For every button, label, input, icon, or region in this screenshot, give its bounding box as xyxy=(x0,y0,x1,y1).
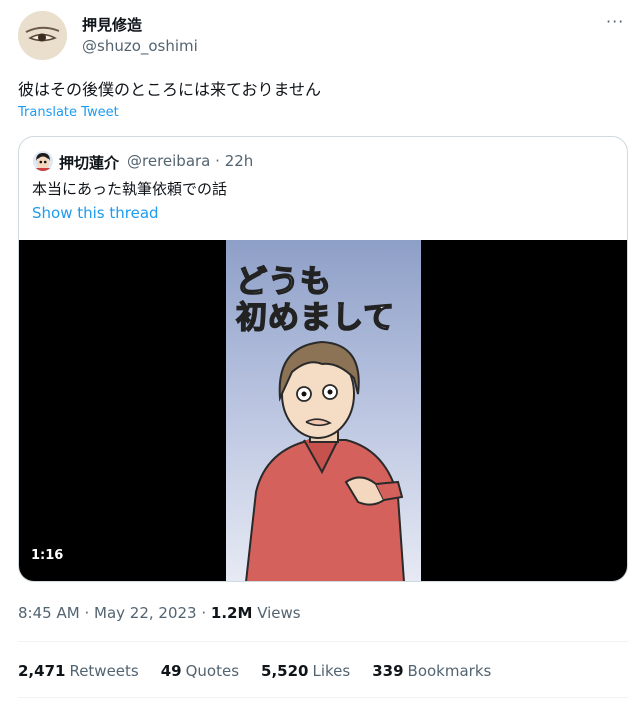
views-label: Views xyxy=(257,604,301,622)
quotes-stat[interactable]: 49 Quotes xyxy=(161,662,239,680)
bookmarks-stat[interactable]: 339 Bookmarks xyxy=(372,662,491,680)
quotes-label: Quotes xyxy=(185,662,240,680)
cartoon-face-icon xyxy=(33,151,53,171)
tweet-date[interactable]: May 22, 2023 xyxy=(94,604,197,622)
views-count: 1.2M xyxy=(210,604,253,622)
engagement-stats: 2,471 Retweets 49 Quotes 5,520 Likes 339 Boo… xyxy=(18,662,491,680)
video-duration: 1:16 xyxy=(31,548,64,563)
likes-label: Likes xyxy=(312,662,351,680)
quoted-separator: · xyxy=(215,152,220,170)
bookmarks-count: 339 xyxy=(372,662,404,680)
eye-avatar-icon xyxy=(18,11,67,60)
quoted-meta: @rereibara · 22h xyxy=(127,152,253,170)
quoted-time[interactable]: 22h xyxy=(225,152,254,170)
tweet-time[interactable]: 8:45 AM xyxy=(18,604,80,622)
divider xyxy=(18,697,628,698)
tweet-text: 彼はその後僕のところには来ておりません xyxy=(18,80,322,99)
author-avatar[interactable] xyxy=(18,11,67,60)
likes-stat[interactable]: 5,520 Likes xyxy=(261,662,350,680)
quoted-tweet-card[interactable]: 押切蓮介 @rereibara · 22h 本当にあった執筆依頼での話 Show… xyxy=(18,136,628,582)
translate-tweet-link[interactable]: Translate Tweet xyxy=(18,105,119,120)
divider xyxy=(18,641,628,642)
quoted-author-name[interactable]: 押切蓮介 xyxy=(59,152,119,173)
bookmarks-label: Bookmarks xyxy=(407,662,492,680)
retweets-label: Retweets xyxy=(69,662,139,680)
cartoon-man-illustration xyxy=(245,340,405,581)
video-player[interactable]: どうも 初めまして 1:16 xyxy=(19,240,627,581)
video-frame: どうも 初めまして xyxy=(226,240,421,581)
retweets-count: 2,471 xyxy=(18,662,66,680)
timestamp-dot: · xyxy=(201,604,207,622)
timestamp-dot: · xyxy=(84,604,90,622)
quotes-count: 49 xyxy=(160,662,182,680)
author-handle[interactable]: @shuzo_oshimi xyxy=(82,37,198,55)
quoted-author-avatar xyxy=(33,151,53,171)
show-thread-link[interactable]: Show this thread xyxy=(32,204,159,222)
quoted-text: 本当にあった執筆依頼での話 xyxy=(32,180,228,198)
quoted-author-handle[interactable]: @rereibara xyxy=(127,152,210,170)
tweet-timestamp: 8:45 AM · May 22, 2023 · 1.2M Views xyxy=(18,604,301,622)
author-name[interactable]: 押見修造 xyxy=(82,14,142,35)
retweets-stat[interactable]: 2,471 Retweets xyxy=(18,662,139,680)
more-options-icon[interactable]: ··· xyxy=(606,12,624,31)
likes-count: 5,520 xyxy=(261,662,309,680)
video-caption-line2: 初めまして xyxy=(235,299,396,337)
